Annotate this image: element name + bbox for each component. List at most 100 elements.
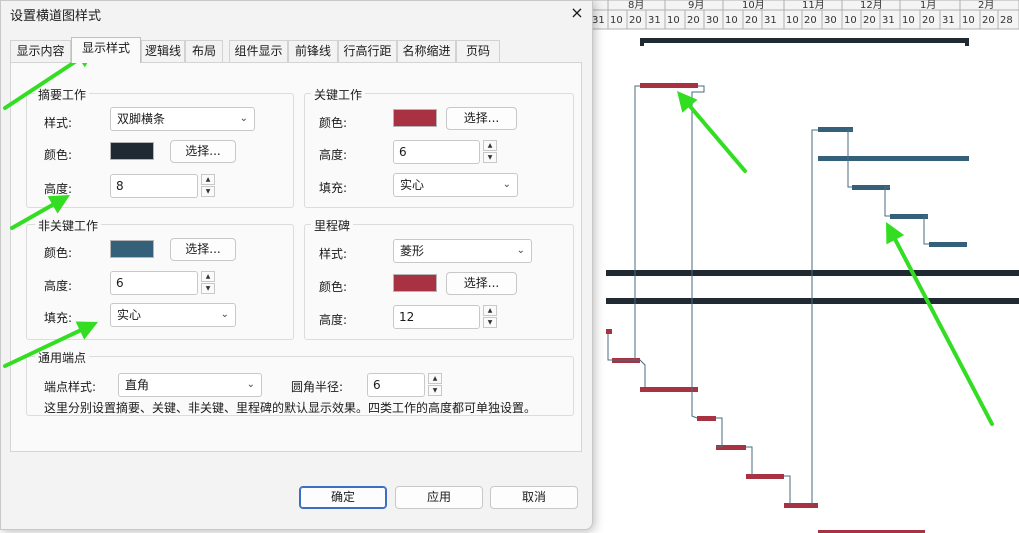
summary-style-value: 双脚横条 (117, 112, 166, 126)
day-label: 10 (844, 15, 857, 26)
summary-bar-foot (640, 38, 644, 46)
noncritical-bar (929, 242, 967, 247)
milestone-height-input[interactable]: 12 (393, 305, 480, 329)
day-label: 20 (629, 15, 642, 26)
noncritical-fill-select[interactable]: 实心 ⌄ (110, 303, 236, 327)
milestone-color-swatch[interactable] (393, 274, 437, 292)
spin-down-icon[interactable]: ▼ (201, 186, 215, 197)
day-label: 10 (786, 15, 799, 26)
gantt-style-dialog: 设置横道图样式 × 显示内容 显示样式 逻辑线 布局 组件显示 前锋线 行高行距… (0, 0, 593, 530)
noncritical-bar (890, 214, 928, 219)
noncritical-height-label: 高度: (44, 279, 73, 293)
endpoints-description: 这里分别设置摘要、关键、非关键、里程碑的默认显示效果。四类工作的高度都可单独设置… (44, 401, 537, 415)
chevron-down-icon: ⌄ (246, 379, 255, 390)
summary-style-select[interactable]: 双脚横条 ⌄ (110, 107, 255, 131)
dialog-title: 设置横道图样式 (10, 9, 102, 24)
tab-component-display[interactable]: 组件显示 (229, 40, 288, 62)
chevron-down-icon: ⌄ (220, 309, 229, 320)
link-line (607, 334, 646, 387)
critical-fill-select[interactable]: 实心 ⌄ (393, 173, 518, 197)
month-label: 11月 (802, 0, 825, 11)
spin-down-icon[interactable]: ▼ (483, 317, 497, 328)
close-icon[interactable]: × (568, 3, 586, 22)
chevron-down-icon: ⌄ (516, 245, 525, 256)
month-label: 12月 (860, 0, 883, 11)
milestone-style-label: 样式: (319, 247, 348, 261)
tab-page-number[interactable]: 页码 (456, 40, 500, 62)
month-label: 8月 (628, 0, 644, 11)
corner-radius-input[interactable]: 6 (367, 373, 425, 397)
chevron-down-icon: ⌄ (239, 113, 248, 124)
cancel-button[interactable]: 取消 (490, 486, 578, 509)
spin-up-icon[interactable]: ▲ (483, 140, 497, 151)
critical-choose-button[interactable]: 选择... (446, 107, 517, 130)
tab-display-style[interactable]: 显示样式 (71, 37, 141, 63)
day-label: 20 (863, 15, 876, 26)
critical-color-swatch[interactable] (393, 109, 437, 127)
apply-button[interactable]: 应用 (395, 486, 483, 509)
milestone-color-label: 颜色: (319, 280, 348, 294)
group-title: 摘要工作 (35, 86, 90, 103)
spin-up-icon[interactable]: ▲ (428, 373, 442, 384)
critical-height-input[interactable]: 6 (393, 140, 480, 164)
day-label: 20 (982, 15, 995, 26)
day-label: 10 (725, 15, 738, 26)
tab-frontline[interactable]: 前锋线 (288, 40, 338, 62)
group-title: 里程碑 (311, 217, 354, 234)
ok-button[interactable]: 确定 (299, 486, 387, 509)
critical-bar (640, 387, 698, 392)
month-label: 10月 (742, 0, 765, 11)
noncritical-choose-button[interactable]: 选择... (170, 238, 236, 261)
milestone-style-select[interactable]: 菱形 ⌄ (393, 239, 532, 263)
noncritical-bar (818, 156, 969, 161)
tab-row-height[interactable]: 行高行距 (338, 40, 397, 62)
day-label: 31 (648, 15, 661, 26)
milestone-style-value: 菱形 (400, 244, 425, 258)
link-line (784, 475, 791, 505)
corner-radius-label: 圆角半径: (291, 380, 344, 394)
link-line (634, 85, 640, 361)
critical-bar (784, 503, 818, 508)
tab-display-content[interactable]: 显示内容 (10, 40, 71, 62)
noncritical-fill-label: 填充: (44, 311, 73, 325)
tab-name-indent[interactable]: 名称缩进 (397, 40, 456, 62)
day-label: 31 (942, 15, 955, 26)
noncritical-color-swatch[interactable] (110, 240, 154, 258)
spin-up-icon[interactable]: ▲ (201, 271, 215, 282)
endpoint-style-value: 直角 (125, 378, 150, 392)
day-label: 10 (902, 15, 915, 26)
link-line (923, 215, 929, 245)
day-label: 20 (687, 15, 700, 26)
link-line (691, 390, 698, 419)
summary-choose-button[interactable]: 选择... (170, 140, 236, 163)
critical-fill-label: 填充: (319, 181, 348, 195)
tab-layout[interactable]: 布局 (185, 40, 223, 62)
spin-down-icon[interactable]: ▼ (483, 152, 497, 163)
endpoint-style-select[interactable]: 直角 ⌄ (118, 373, 262, 397)
tab-logic-lines[interactable]: 逻辑线 (141, 40, 185, 62)
critical-bar (606, 329, 612, 334)
month-label: 1月 (920, 0, 936, 11)
chevron-down-icon: ⌄ (502, 179, 511, 190)
day-label: 10 (962, 15, 975, 26)
day-label: 10 (667, 15, 680, 26)
spin-down-icon[interactable]: ▼ (428, 385, 442, 396)
milestone-choose-button[interactable]: 选择... (446, 272, 517, 295)
spin-down-icon[interactable]: ▼ (201, 283, 215, 294)
summary-bar (640, 38, 969, 43)
noncritical-height-input[interactable]: 6 (110, 271, 198, 295)
spin-up-icon[interactable]: ▲ (483, 305, 497, 316)
summary-bar-foot (965, 38, 969, 46)
summary-color-swatch[interactable] (110, 142, 154, 160)
day-label: 28 (1000, 15, 1013, 26)
link-line (884, 186, 890, 217)
group-title: 通用端点 (35, 349, 90, 366)
spin-up-icon[interactable]: ▲ (201, 174, 215, 185)
noncritical-color-label: 颜色: (44, 246, 73, 260)
critical-height-label: 高度: (319, 148, 348, 162)
summary-height-input[interactable]: 8 (110, 174, 198, 198)
day-label: 10 (610, 15, 623, 26)
group-title: 非关键工作 (35, 217, 102, 234)
summary-color-label: 颜色: (44, 148, 73, 162)
milestone-height-label: 高度: (319, 313, 348, 327)
